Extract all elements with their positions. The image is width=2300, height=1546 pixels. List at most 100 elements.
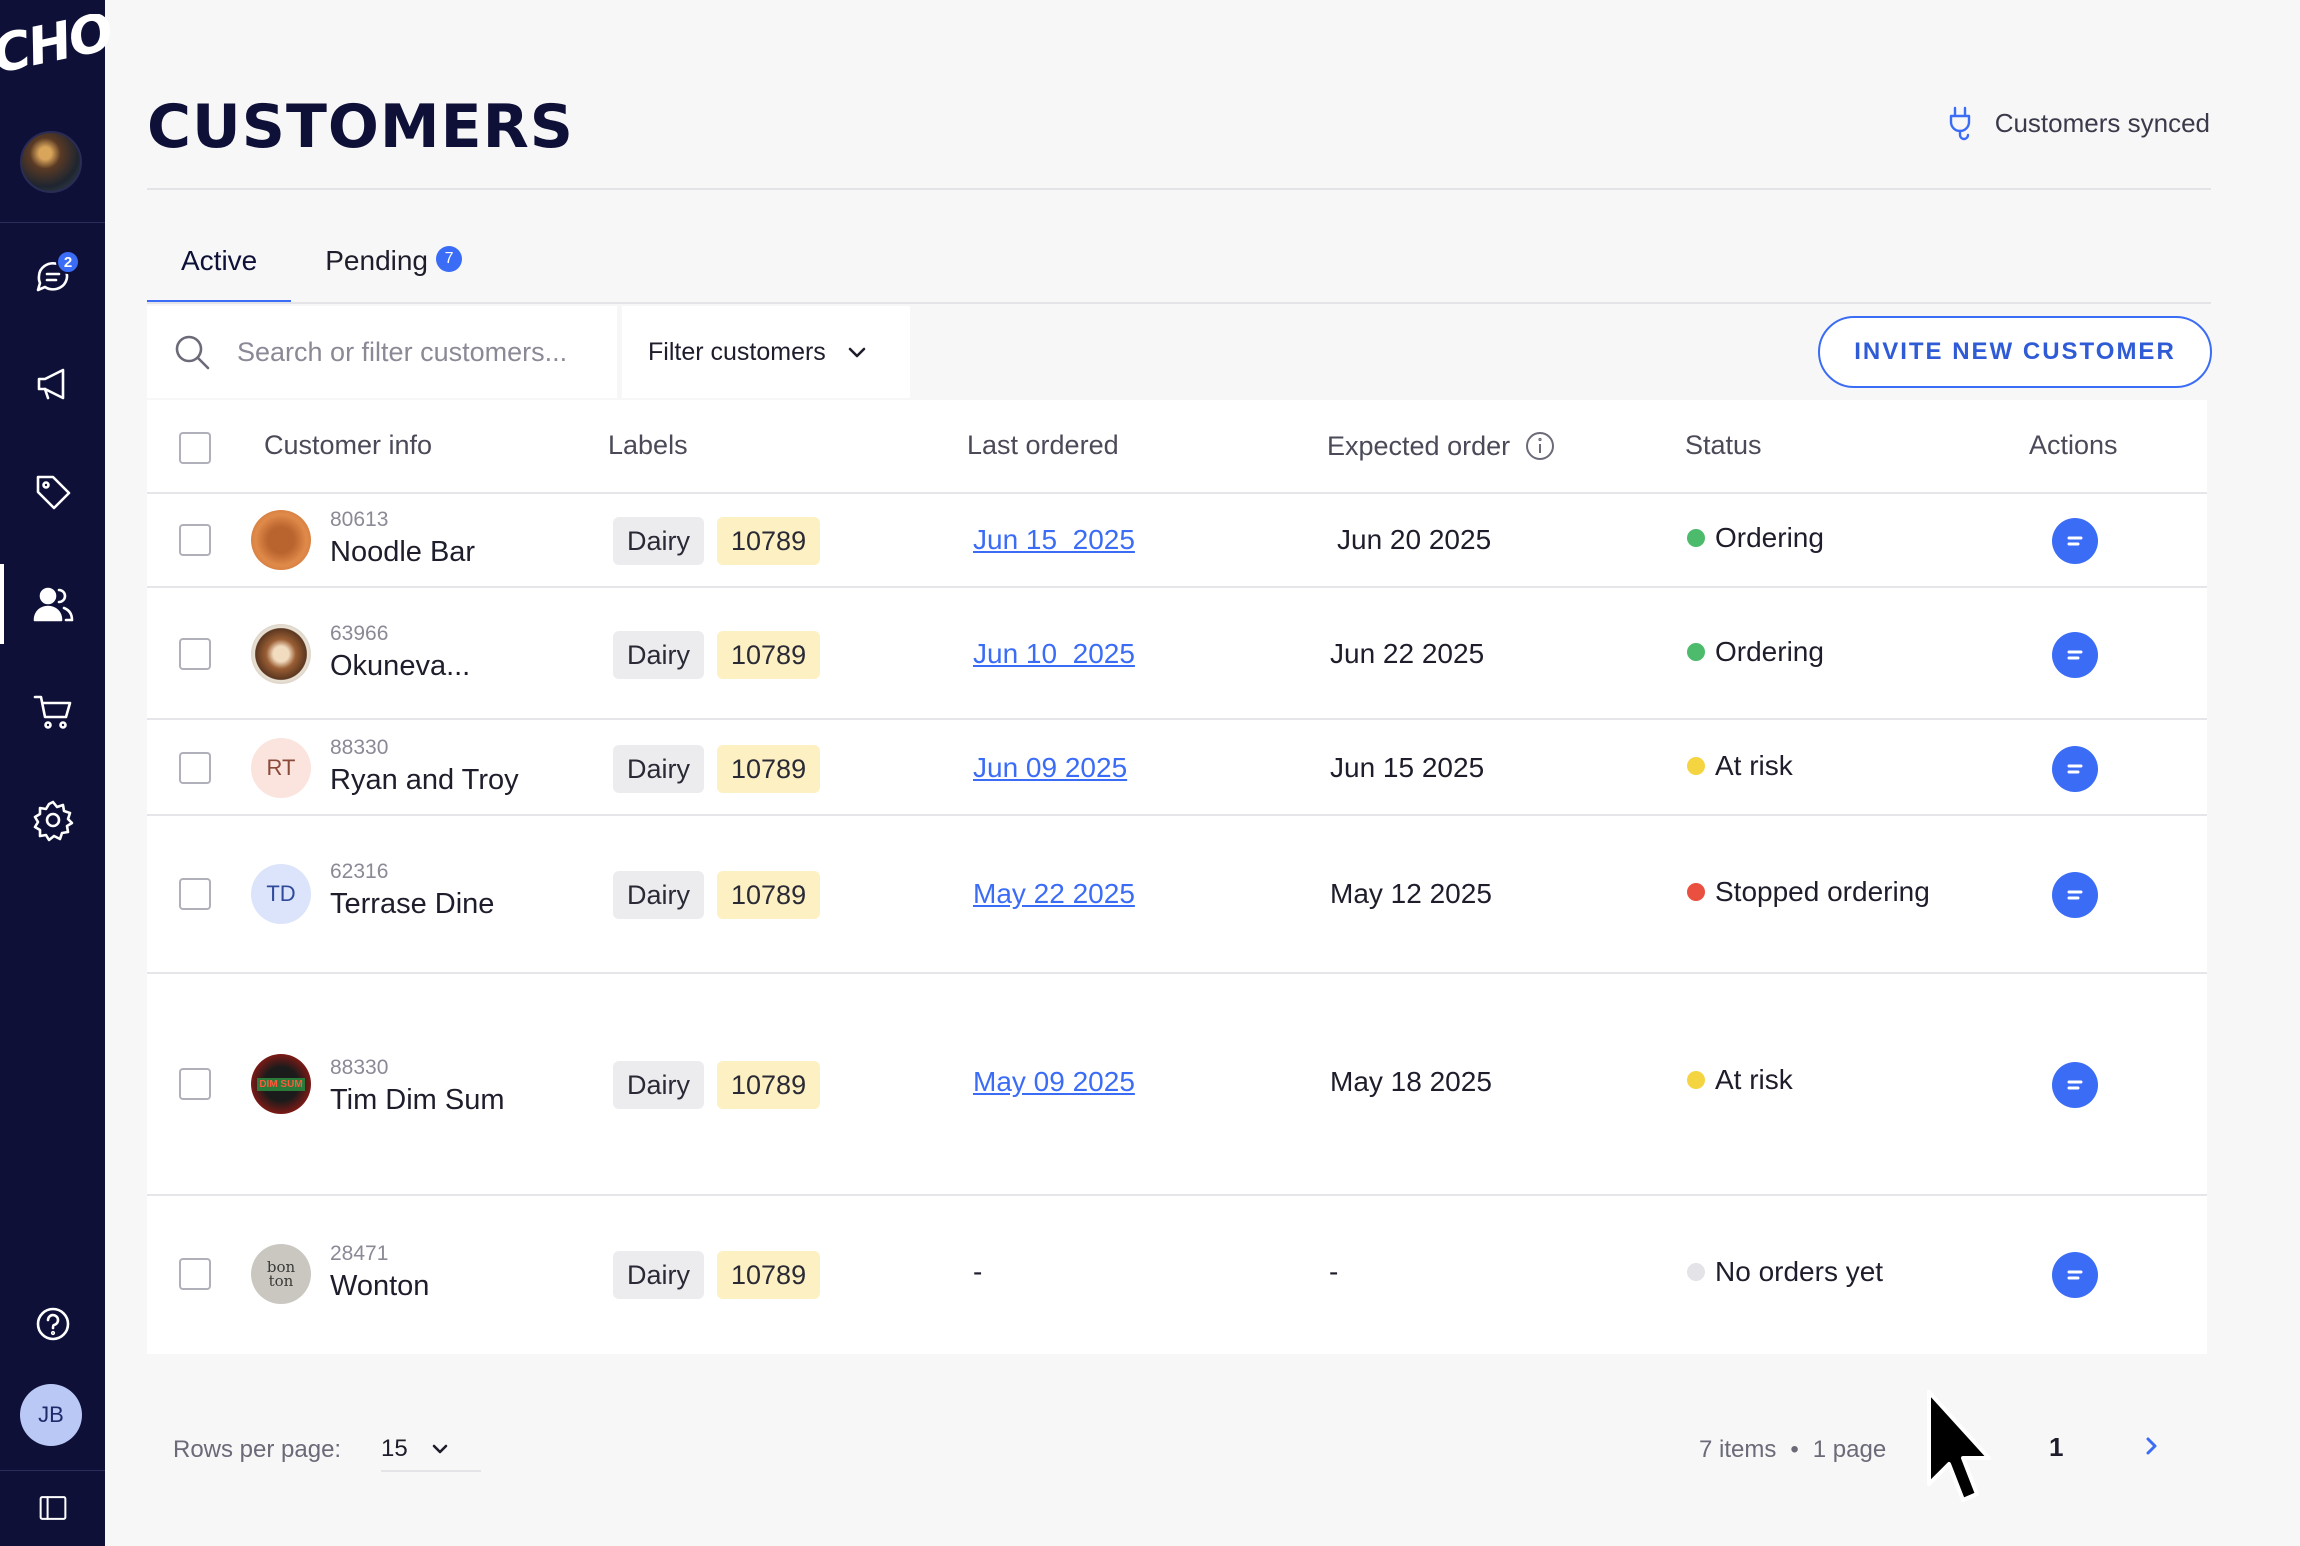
- row-checkbox[interactable]: [179, 752, 211, 784]
- customer-name[interactable]: Wonton: [330, 1270, 429, 1303]
- user-avatar[interactable]: JB: [20, 1384, 82, 1446]
- table-row[interactable]: RT 88330 Ryan and Troy Dairy 10789 Jun 0…: [147, 720, 2207, 816]
- customer-name[interactable]: Noodle Bar: [330, 536, 475, 569]
- row-checkbox[interactable]: [179, 1068, 211, 1100]
- message-customer-button[interactable]: [2052, 746, 2098, 792]
- customer-name[interactable]: Terrase Dine: [330, 888, 494, 921]
- column-header-actions: Actions: [2029, 430, 2118, 460]
- sidebar-item-orders[interactable]: [0, 672, 105, 752]
- pagination-summary: 7 items • 1 page: [1699, 1436, 1886, 1464]
- filter-customers-dropdown[interactable]: Filter customers: [622, 306, 910, 398]
- row-checkbox[interactable]: [179, 638, 211, 670]
- status-indicator: No orders yet: [1687, 1256, 1883, 1288]
- row-checkbox[interactable]: [179, 524, 211, 556]
- next-page-button[interactable]: [2131, 1426, 2171, 1466]
- message-customer-button[interactable]: [2052, 518, 2098, 564]
- table-footer: Rows per page: 15 7 items • 1 page 1: [147, 1396, 2207, 1506]
- label-chip: Dairy: [613, 871, 705, 919]
- label-chip: 10789: [717, 1061, 821, 1109]
- brand-logo[interactable]: CHOCO: [0, 14, 112, 94]
- rows-per-page-select[interactable]: 15: [381, 1432, 481, 1472]
- current-page-number[interactable]: 1: [2049, 1432, 2063, 1463]
- customer-id: 80613: [330, 508, 389, 531]
- last-ordered-empty: -: [973, 1256, 983, 1287]
- status-dot: [1687, 883, 1705, 901]
- customer-name[interactable]: Ryan and Troy: [330, 764, 519, 797]
- sync-status: Customers synced: [1943, 104, 2210, 142]
- status-indicator: Stopped ordering: [1687, 876, 1930, 908]
- customer-tabs: Active Pending 7: [147, 236, 496, 304]
- row-checkbox[interactable]: [179, 878, 211, 910]
- avatar-logo-text: bon ton: [266, 1258, 296, 1290]
- customer-name[interactable]: Tim Dim Sum: [330, 1084, 505, 1117]
- message-customer-button[interactable]: [2052, 872, 2098, 918]
- column-header-status[interactable]: Status: [1685, 430, 1762, 461]
- tab-pending[interactable]: Pending 7: [291, 236, 496, 304]
- customer-avatar: [251, 624, 311, 684]
- pending-count-badge: 7: [436, 246, 463, 272]
- tab-active[interactable]: Active: [147, 236, 292, 304]
- expected-order-date: Jun 15 2025: [1330, 752, 1485, 783]
- table-row[interactable]: 80613 Noodle Bar Dairy 10789 Jun 15 2025…: [147, 494, 2207, 588]
- last-ordered-link[interactable]: May 22 2025: [973, 878, 1135, 910]
- filter-customers-label: Filter customers: [648, 337, 826, 366]
- label-chip: 10789: [717, 871, 821, 919]
- sidebar-item-products[interactable]: [0, 452, 105, 532]
- label-chip: 10789: [717, 745, 821, 793]
- table-row[interactable]: TD 62316 Terrase Dine Dairy 10789 May 22…: [147, 816, 2207, 974]
- table-row[interactable]: 63966 Okuneva... Dairy 10789 Jun 10 2025…: [147, 588, 2207, 720]
- label-chip: Dairy: [613, 1061, 705, 1109]
- column-header-customer-info[interactable]: Customer info: [264, 430, 432, 461]
- column-header-expected-order[interactable]: Expected order: [1327, 430, 1556, 462]
- status-indicator: Ordering: [1687, 636, 1824, 668]
- page-title: CUSTOMERS: [147, 92, 575, 162]
- status-dot: [1687, 757, 1705, 775]
- table-row[interactable]: bon ton 28471 Wonton Dairy 10789 - - No …: [147, 1196, 2207, 1354]
- message-customer-button[interactable]: [2052, 632, 2098, 678]
- sidebar-item-campaigns[interactable]: [0, 344, 105, 424]
- status-indicator: Ordering: [1687, 522, 1824, 554]
- chat-icon: [2067, 1270, 2083, 1280]
- invite-new-customer-button[interactable]: INVITE NEW CUSTOMER: [1818, 316, 2212, 388]
- chevron-down-icon: [848, 347, 866, 358]
- sidebar-collapse-button[interactable]: [0, 1468, 105, 1546]
- customer-name[interactable]: Okuneva...: [330, 650, 470, 683]
- info-icon[interactable]: [1524, 430, 1556, 462]
- sidebar-item-messages[interactable]: 2: [0, 236, 105, 316]
- search-input[interactable]: [237, 336, 597, 368]
- status-indicator: At risk: [1687, 1064, 1793, 1096]
- row-checkbox[interactable]: [179, 1258, 211, 1290]
- customer-id: 88330: [330, 736, 389, 759]
- label-chip: Dairy: [613, 631, 705, 679]
- megaphone-icon: [37, 368, 64, 400]
- customer-id: 28471: [330, 1242, 389, 1265]
- last-ordered-link[interactable]: May 09 2025: [973, 1066, 1135, 1098]
- customer-id: 62316: [330, 860, 389, 883]
- status-dot: [1687, 1263, 1705, 1281]
- sidebar-item-help[interactable]: [0, 1284, 105, 1364]
- table-header: Customer info Labels Last ordered Expect…: [147, 400, 2207, 494]
- chat-icon: [2067, 764, 2083, 774]
- label-chip: Dairy: [613, 1251, 705, 1299]
- expected-order-date: Jun 20 2025: [1337, 524, 1492, 555]
- chat-icon: [2067, 536, 2083, 546]
- message-customer-button[interactable]: [2052, 1062, 2098, 1108]
- organization-avatar[interactable]: [20, 131, 82, 193]
- help-circle-icon: [36, 1307, 69, 1341]
- sidebar-divider: [0, 222, 105, 223]
- last-ordered-link[interactable]: Jun 09 2025: [973, 752, 1127, 784]
- table-row[interactable]: DIM SUM 88330 Tim Dim Sum Dairy 10789 Ma…: [147, 974, 2207, 1196]
- cart-icon: [33, 695, 71, 729]
- last-ordered-link[interactable]: Jun 10 2025: [973, 638, 1135, 670]
- column-header-last-ordered[interactable]: Last ordered: [967, 430, 1119, 461]
- expected-order-date: Jun 22 2025: [1330, 638, 1485, 669]
- column-header-labels[interactable]: Labels: [608, 430, 688, 461]
- customer-avatar: DIM SUM: [251, 1054, 311, 1114]
- mouse-cursor-icon: [1927, 1390, 1991, 1502]
- sidebar-item-settings[interactable]: [0, 780, 105, 860]
- sidebar-item-customers[interactable]: [0, 564, 105, 644]
- select-all-checkbox[interactable]: [179, 432, 211, 464]
- last-ordered-link[interactable]: Jun 15 2025: [973, 524, 1135, 556]
- gear-icon: [33, 800, 73, 842]
- message-customer-button[interactable]: [2052, 1252, 2098, 1298]
